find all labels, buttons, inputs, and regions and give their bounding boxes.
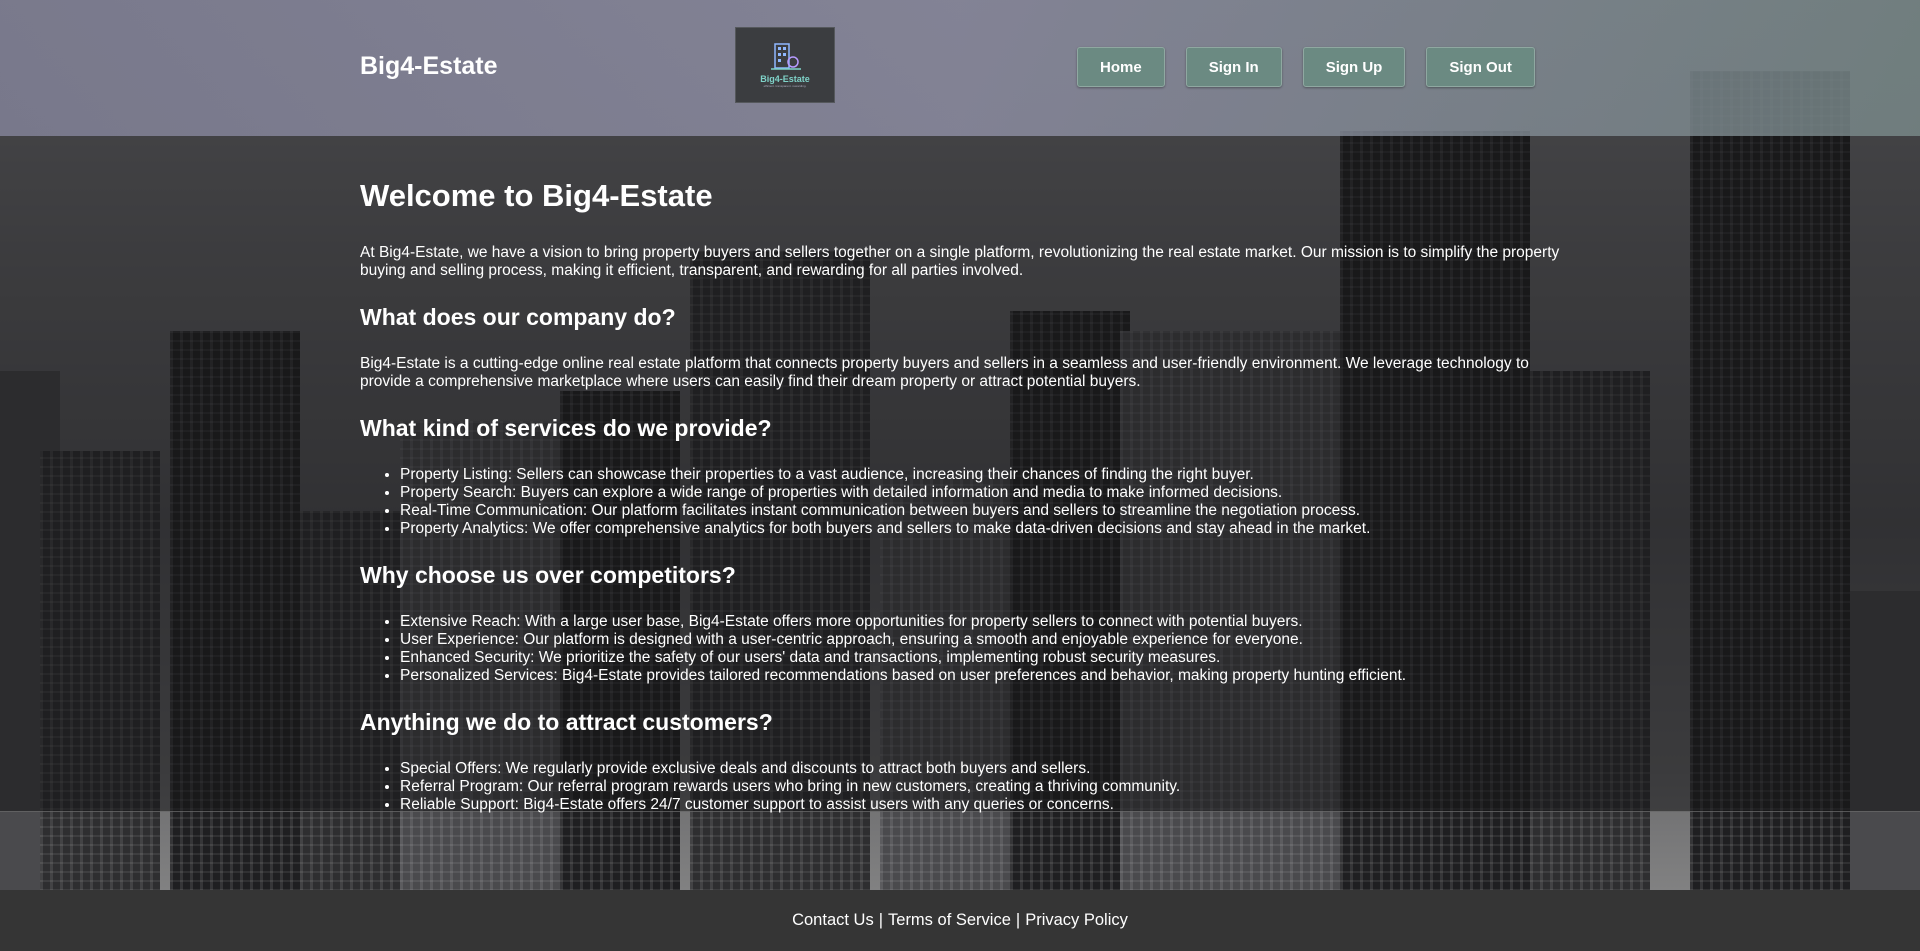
attract-list: Special Offers: We regularly provide exc… [400,760,1560,814]
list-item: Property Analytics: We offer comprehensi… [400,520,1560,538]
list-item: Property Search: Buyers can explore a wi… [400,484,1560,502]
logo-text: Big4-Estate [760,74,810,84]
sign-in-button[interactable]: Sign In [1185,47,1282,87]
list-item: Property Listing: Sellers can showcase t… [400,466,1560,484]
site-header: Big4-Estate Big4-Estate efficient. trans… [0,0,1920,136]
list-item: Reliable Support: Big4-Estate offers 24/… [400,796,1560,814]
site-footer: Contact Us | Terms of Service | Privacy … [0,890,1920,951]
section-heading-why-us: Why choose us over competitors? [360,562,736,588]
building-logo-icon [771,43,801,70]
section-heading-company: What does our company do? [360,304,676,330]
privacy-policy-link[interactable]: Privacy Policy [1025,911,1128,930]
brand-name[interactable]: Big4-Estate [360,52,498,81]
sign-up-button[interactable]: Sign Up [1302,47,1406,87]
main-content: Welcome to Big4-Estate At Big4-Estate, w… [0,136,1920,813]
section-heading-attract: Anything we do to attract customers? [360,709,773,735]
home-button[interactable]: Home [1077,47,1165,87]
list-item: User Experience: Our platform is designe… [400,631,1560,649]
main-nav: Home Sign In Sign Up Sign Out [1077,47,1535,87]
terms-of-service-link[interactable]: Terms of Service [888,911,1011,930]
brand-logo[interactable]: Big4-Estate efficient. transparent. rewa… [735,27,835,103]
list-item: Enhanced Security: We prioritize the saf… [400,649,1560,667]
page-title: Welcome to Big4-Estate [360,178,713,213]
section-paragraph-company: Big4-Estate is a cutting-edge online rea… [360,355,1529,390]
list-item: Real-Time Communication: Our platform fa… [400,502,1560,520]
services-list: Property Listing: Sellers can showcase t… [400,466,1560,538]
sign-out-button[interactable]: Sign Out [1426,47,1535,87]
list-item: Referral Program: Our referral program r… [400,778,1560,796]
content-column: Welcome to Big4-Estate At Big4-Estate, w… [360,178,1560,838]
footer-separator: | [1015,911,1021,929]
contact-us-link[interactable]: Contact Us [792,911,874,930]
footer-separator: | [878,911,884,929]
intro-paragraph: At Big4-Estate, we have a vision to brin… [360,244,1560,279]
section-heading-services: What kind of services do we provide? [360,415,772,441]
why-us-list: Extensive Reach: With a large user base,… [400,613,1560,685]
list-item: Extensive Reach: With a large user base,… [400,613,1560,631]
list-item: Special Offers: We regularly provide exc… [400,760,1560,778]
logo-subtext: efficient. transparent. rewarding. [763,84,807,88]
list-item: Personalized Services: Big4-Estate provi… [400,667,1560,685]
